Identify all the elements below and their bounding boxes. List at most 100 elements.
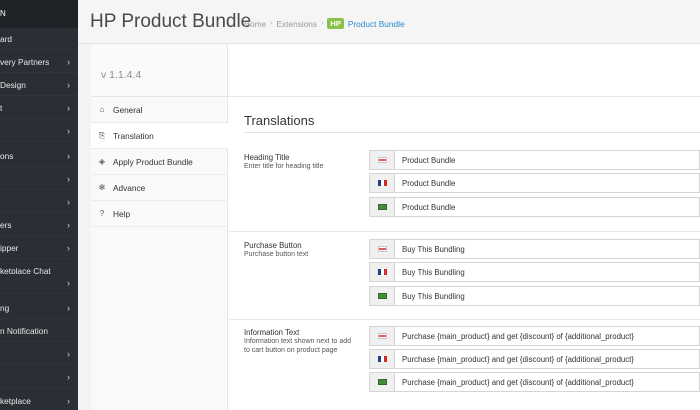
home-icon: ⌂ — [99, 105, 105, 114]
french-flag-icon — [377, 269, 387, 275]
sidebar-item-16[interactable]: › — [0, 366, 78, 388]
tab-apply-product-bundle[interactable]: ◈ Apply Product Bundle — [91, 149, 228, 175]
sidebar-item-7[interactable]: › — [0, 168, 78, 190]
arabic-flag-icon — [377, 204, 387, 210]
heading-title-en-field — [369, 150, 700, 170]
cog-icon: ✻ — [98, 183, 106, 192]
tab-help[interactable]: ? Help — [91, 201, 228, 227]
heading-title-ar-input[interactable] — [395, 202, 699, 212]
sidebar-item-15[interactable]: › — [0, 343, 78, 365]
sidebar-item-5[interactable]: › — [0, 120, 78, 142]
question-icon: ? — [99, 209, 105, 218]
english-flag-icon — [377, 246, 387, 252]
sidebar-item-4[interactable]: t › — [0, 97, 78, 119]
purchase-button-en-input[interactable] — [395, 244, 699, 254]
sidebar-item-label: Design — [0, 80, 26, 90]
sidebar-item-label: ers — [0, 220, 12, 230]
chevron-right-icon: › — [67, 349, 70, 359]
tab-general[interactable]: ⌂ General — [91, 97, 228, 123]
chevron-right-icon: › — [67, 396, 70, 406]
field-label: Purchase Button — [244, 241, 302, 250]
tab-label: Advance — [113, 182, 146, 193]
language-addon — [370, 373, 395, 391]
french-flag-icon — [377, 356, 387, 362]
version-label: v 1.1.4.4 — [101, 69, 142, 81]
sidebar-item-label: ipper — [0, 243, 19, 253]
heading-title-fr-field — [369, 173, 700, 193]
sidebar-item-customers[interactable]: ers › — [0, 214, 78, 236]
sidebar-item-label: n Notification — [0, 326, 48, 336]
heading-title-fr-input[interactable] — [395, 178, 699, 188]
tab-label: Translation — [113, 130, 154, 141]
sidebar-item-design[interactable]: Design › — [0, 74, 78, 96]
sidebar-item-label: ons — [0, 151, 14, 161]
chevron-right-icon: › — [67, 220, 70, 230]
language-addon — [370, 350, 395, 368]
section-title: Translations — [244, 113, 315, 128]
chevron-right-icon: › — [67, 174, 70, 184]
language-addon — [370, 287, 395, 305]
language-addon — [370, 198, 395, 216]
sidebar-item-marketplace[interactable]: ketplace › — [0, 390, 78, 410]
sidebar-item-label: ard — [0, 34, 12, 44]
language-addon — [370, 174, 395, 192]
information-text-fr-field — [369, 349, 700, 369]
hp-badge: HP — [327, 18, 344, 29]
breadcrumb-current-link[interactable]: Product Bundle — [348, 19, 405, 29]
field-hint: Enter title for heading title — [244, 163, 324, 170]
arabic-flag-icon — [377, 379, 387, 385]
language-addon — [370, 151, 395, 169]
chevron-right-icon: › — [67, 372, 70, 382]
purchase-button-ar-field — [369, 286, 700, 306]
group-divider — [229, 319, 700, 320]
french-flag-icon — [377, 180, 387, 186]
translation-icon: ⎘ — [98, 130, 106, 140]
purchase-button-fr-input[interactable] — [395, 267, 699, 277]
sidebar-item-extensions[interactable]: ons › — [0, 145, 78, 167]
heading-title-en-input[interactable] — [395, 155, 699, 165]
field-hint: Purchase button text — [244, 251, 309, 258]
information-text-fr-input[interactable] — [395, 354, 699, 364]
language-addon — [370, 263, 395, 281]
sidebar-item-label: very Partners — [0, 57, 50, 67]
sidebar-item-setting[interactable]: ng › — [0, 297, 78, 319]
information-text-ar-input[interactable] — [395, 377, 699, 387]
purchase-button-group: Purchase Button Purchase button text — [229, 239, 700, 321]
tab-translation[interactable]: ⎘ Translation — [91, 123, 229, 149]
sidebar-item-dashboard[interactable]: ard — [0, 28, 78, 50]
field-label: Heading Title — [244, 153, 290, 162]
sidebar-item-delivery-partners[interactable]: very Partners › — [0, 51, 78, 73]
sidebar-item-notification[interactable]: n Notification — [0, 320, 78, 342]
purchase-button-en-field — [369, 239, 700, 259]
tab-label: Help — [113, 208, 131, 219]
cube-icon: ◈ — [98, 157, 106, 166]
breadcrumb-extensions-link[interactable]: Extensions — [276, 19, 317, 29]
information-text-en-field — [369, 326, 700, 346]
section-divider — [244, 132, 700, 133]
chevron-right-icon: › — [67, 243, 70, 253]
tab-label: General — [113, 104, 143, 115]
chevron-right-icon: › — [67, 126, 70, 136]
information-text-en-input[interactable] — [395, 331, 699, 341]
sidebar-item-label: ng — [0, 303, 10, 313]
purchase-button-ar-input[interactable] — [395, 291, 699, 301]
panel-toolbar — [228, 44, 700, 97]
sidebar-item-label: t — [0, 103, 3, 113]
chevron-right-icon: › — [67, 303, 70, 313]
english-flag-icon — [377, 333, 387, 339]
language-addon — [370, 327, 395, 345]
field-hint: Information text shown next to add to ca… — [244, 338, 352, 354]
sidebar-item-shipper[interactable]: ipper › — [0, 237, 78, 259]
chevron-right-icon: › — [67, 278, 70, 288]
breadcrumb-home-link[interactable]: Home — [244, 19, 266, 29]
settings-tabs: ⌂ General ⎘ Translation ◈ Apply Product … — [91, 97, 229, 410]
information-text-group: Information Text Information text shown … — [229, 326, 700, 410]
chevron-right-icon: › — [67, 151, 70, 161]
sidebar-item-12[interactable]: › — [0, 272, 78, 294]
sidebar-item-label: ketplace — [0, 396, 31, 406]
group-divider — [229, 231, 700, 232]
sidebar-item-8[interactable]: › — [0, 191, 78, 213]
tab-advance[interactable]: ✻ Advance — [91, 175, 228, 201]
chevron-right-icon: › — [67, 197, 70, 207]
tab-label: Apply Product Bundle — [113, 156, 193, 167]
